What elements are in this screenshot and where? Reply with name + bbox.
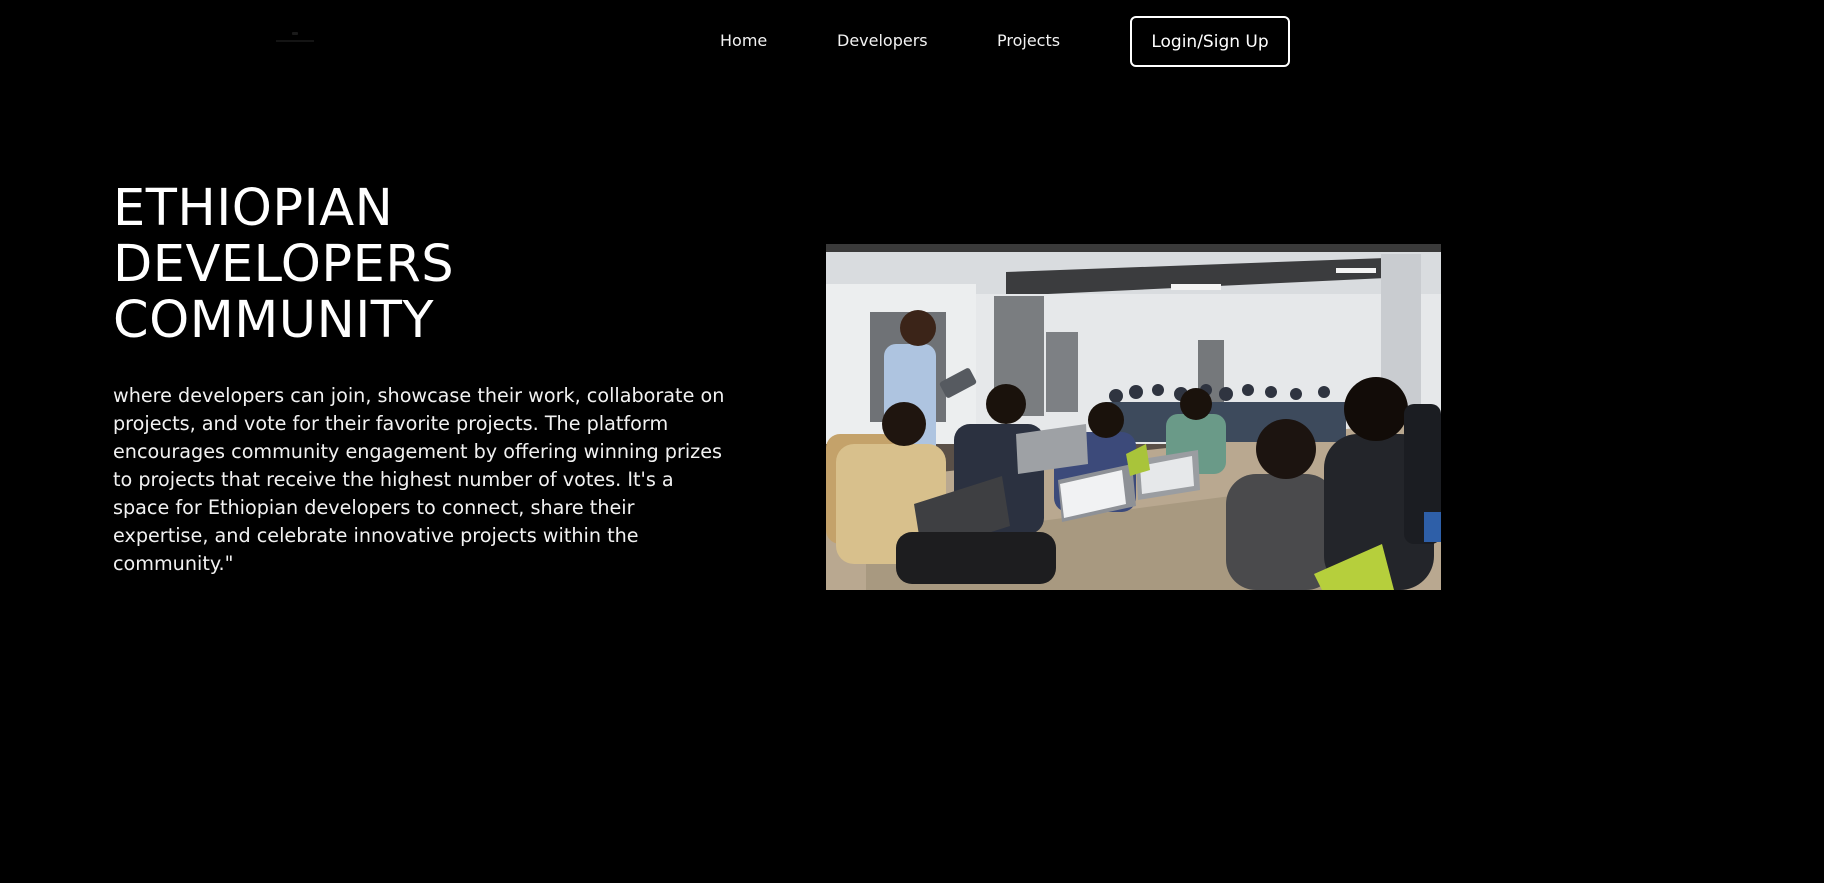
- hero-title-line: COMMUNITY: [113, 291, 435, 350]
- hero-description: where developers can join, showcase thei…: [113, 384, 725, 575]
- nav-link-projects[interactable]: Projects: [997, 31, 1060, 51]
- hero-title-line: ETHIOPIAN: [113, 179, 394, 238]
- logo-mark: [292, 32, 298, 35]
- login-signup-button[interactable]: Login/Sign Up: [1130, 16, 1290, 67]
- hero-title: ETHIOPIAN DEVELOPERS COMMUNITY: [113, 181, 454, 349]
- classroom-photo: [826, 244, 1441, 590]
- nav-link-developers[interactable]: Developers: [837, 31, 928, 51]
- brand-logo-icon[interactable]: [270, 28, 320, 48]
- top-nav: Home Developers Projects Login/Sign Up: [0, 0, 1568, 84]
- nav-link-home[interactable]: Home: [720, 31, 767, 51]
- logo-underline: [276, 40, 314, 42]
- hero-title-line: DEVELOPERS: [113, 235, 455, 294]
- landing-page: Home Developers Projects Login/Sign Up E…: [0, 0, 1568, 759]
